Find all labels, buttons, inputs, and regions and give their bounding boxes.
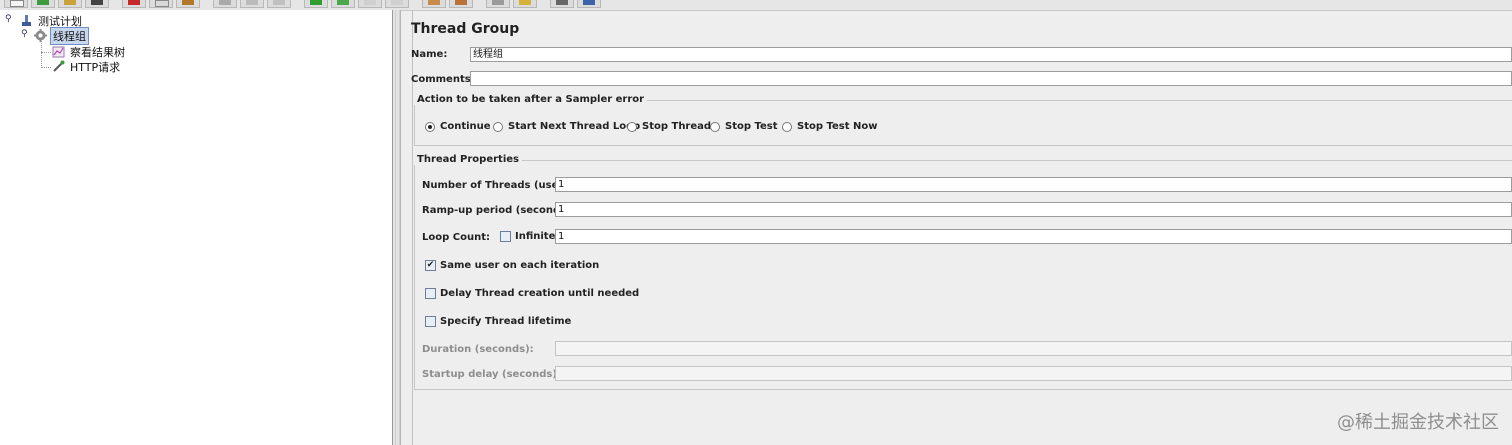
name-field[interactable]: 线程组	[470, 47, 1512, 62]
radio-stop-thread[interactable]: Stop Thread	[627, 121, 711, 132]
radio-label: Start Next Thread Loop	[508, 121, 641, 132]
clear-button[interactable]	[486, 0, 510, 8]
page-title: Thread Group	[411, 21, 520, 37]
name-label: Name:	[411, 49, 448, 60]
sampler-error-legend: Action to be taken after a Sampler error	[414, 94, 648, 105]
expand-toggle-icon[interactable]: ⚲	[5, 14, 12, 24]
pane-splitter[interactable]	[393, 10, 401, 445]
new-plan-button[interactable]	[4, 0, 28, 8]
rampup-label: Ramp-up period (seconds):	[422, 205, 575, 216]
radio-stop-test-now[interactable]: Stop Test Now	[782, 121, 877, 132]
watermark: @稀土掘金技术社区	[1337, 412, 1499, 433]
same-user-checkbox[interactable]: ✔ Same user on each iteration	[425, 260, 599, 271]
rampup-field[interactable]: 1	[555, 202, 1512, 217]
shutdown-button[interactable]	[385, 0, 409, 8]
radio-icon	[782, 121, 792, 132]
radio-icon	[493, 121, 503, 132]
duration-label: Duration (seconds):	[422, 344, 534, 355]
remote-start-button[interactable]	[422, 0, 446, 8]
radio-icon	[710, 121, 720, 132]
expand-toggle-icon[interactable]: ⚲	[21, 29, 28, 39]
checkbox-label: Specify Thread lifetime	[440, 316, 572, 327]
radio-label: Stop Thread	[642, 121, 712, 132]
radio-icon	[627, 121, 637, 132]
tree-connector	[41, 67, 51, 68]
stop-button[interactable]	[358, 0, 382, 8]
paste-button[interactable]	[176, 0, 200, 8]
radio-label: Continue	[440, 121, 491, 132]
tree-connector	[41, 52, 51, 53]
checkbox-icon	[425, 316, 436, 327]
tree-node-http-request[interactable]: HTTP请求	[52, 59, 122, 74]
collapse-button[interactable]	[240, 0, 264, 8]
thread-properties-legend: Thread Properties	[414, 154, 522, 165]
radio-stop-test[interactable]: Stop Test	[710, 121, 778, 132]
copy-button[interactable]	[149, 0, 173, 8]
duration-field[interactable]	[555, 341, 1512, 356]
splitter-grip[interactable]	[395, 10, 400, 445]
toggle-button[interactable]	[267, 0, 291, 8]
comments-field[interactable]	[470, 71, 1512, 86]
radio-start-next-thread-loop[interactable]: Start Next Thread Loop	[493, 121, 640, 132]
radio-label: Stop Test	[725, 121, 778, 132]
results-tree-chart-icon	[52, 45, 65, 58]
thread-group-gear-icon	[34, 29, 47, 42]
tree-node-label: HTTP请求	[70, 60, 121, 74]
radio-continue[interactable]: Continue	[425, 121, 491, 132]
startup-delay-label: Startup delay (seconds):	[422, 369, 561, 380]
search-button[interactable]	[550, 0, 574, 8]
checkbox-label: Delay Thread creation until needed	[440, 288, 640, 299]
expand-button[interactable]	[213, 0, 237, 8]
http-sampler-pipette-icon	[52, 60, 65, 73]
open-button[interactable]	[58, 0, 82, 8]
loop-count-field[interactable]: 1	[555, 229, 1512, 244]
start-no-pauses-button[interactable]	[331, 0, 355, 8]
comments-label: Comments:	[411, 74, 475, 85]
function-helper-button[interactable]	[577, 0, 601, 8]
cut-button[interactable]	[122, 0, 146, 8]
radio-selected-icon	[425, 121, 435, 132]
checkbox-label: Infinite	[515, 231, 556, 242]
test-plan-icon	[20, 14, 33, 27]
templates-button[interactable]	[31, 0, 55, 8]
radio-label: Stop Test Now	[797, 121, 878, 132]
checkbox-label: Same user on each iteration	[440, 260, 600, 271]
tree-node-label: 线程组	[50, 26, 89, 45]
checkbox-checked-icon: ✔	[425, 260, 436, 271]
infinite-checkbox[interactable]: Infinite	[500, 231, 555, 242]
delay-thread-creation-checkbox[interactable]: Delay Thread creation until needed	[425, 288, 639, 299]
loop-count-label: Loop Count:	[422, 232, 490, 243]
num-threads-field[interactable]: 1	[555, 177, 1512, 192]
tree-node-results-tree[interactable]: 察看结果树	[52, 44, 127, 59]
start-button[interactable]	[304, 0, 328, 8]
startup-delay-field[interactable]	[555, 366, 1512, 381]
specify-thread-lifetime-checkbox[interactable]: Specify Thread lifetime	[425, 316, 571, 327]
clear-all-button[interactable]	[513, 0, 537, 8]
checkbox-icon	[500, 231, 511, 242]
checkbox-icon	[425, 288, 436, 299]
save-button[interactable]	[85, 0, 109, 8]
test-plan-tree[interactable]: ⚲ 测试计划 ⚲ 线程组 察看结果树 HTTP请求	[0, 10, 393, 445]
tree-node-thread-group[interactable]: 线程组	[34, 26, 89, 45]
tree-node-label: 察看结果树	[70, 45, 125, 59]
remote-stop-button[interactable]	[449, 0, 473, 8]
